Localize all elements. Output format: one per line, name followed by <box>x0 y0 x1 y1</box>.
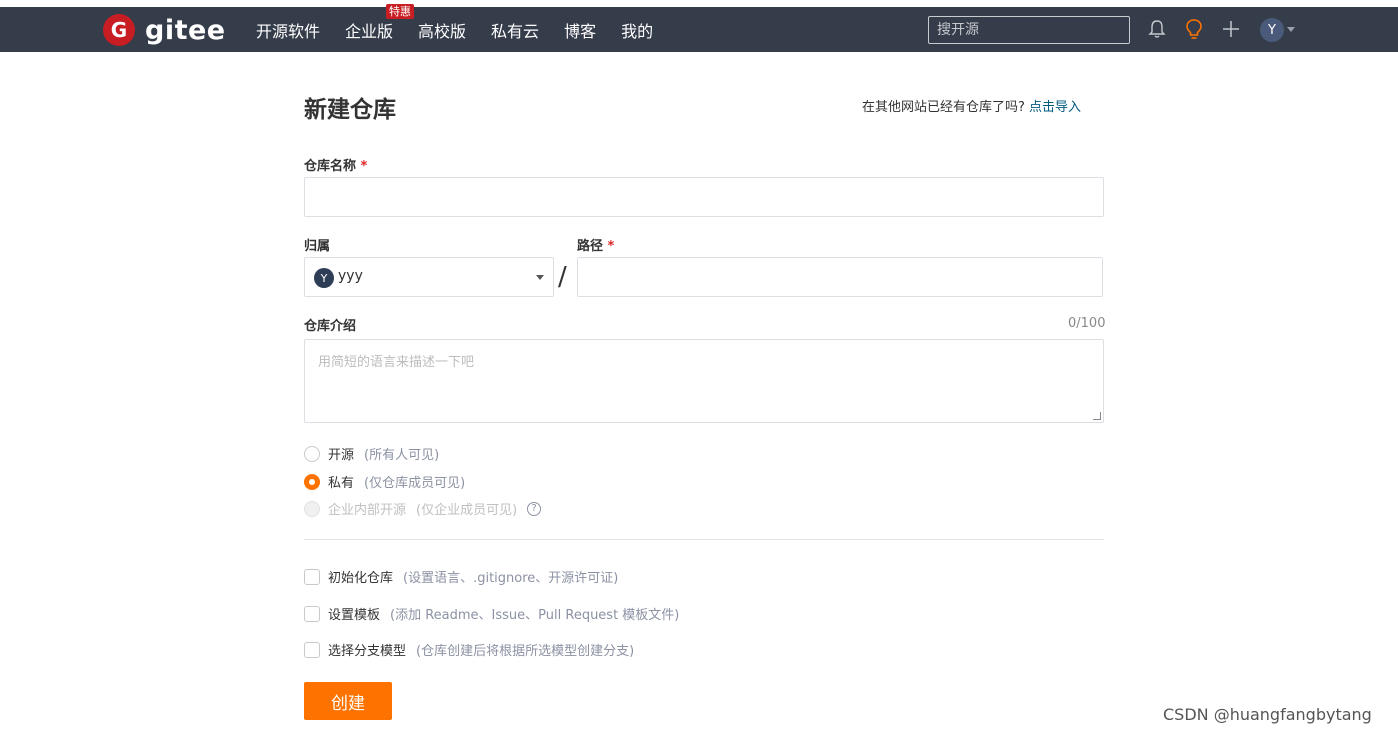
nav-item-private-cloud[interactable]: 私有云 <box>491 18 539 42</box>
page-title: 新建仓库 <box>304 97 396 123</box>
checkbox-init-repo[interactable] <box>304 568 320 585</box>
resize-handle-icon[interactable] <box>1093 412 1101 420</box>
bulb-icon[interactable] <box>1183 18 1205 40</box>
owner-label: 归属 <box>304 239 331 254</box>
nav-item-mine[interactable]: 我的 <box>621 18 653 42</box>
chevron-down-icon <box>536 275 544 280</box>
visibility-private[interactable]: 私有 (仅仓库成员可见) <box>304 472 465 491</box>
gitee-logo-icon: G <box>103 14 135 46</box>
checkbox-branch-model[interactable] <box>304 641 320 658</box>
import-prompt: 在其他网站已经有仓库了吗? 点击导入 <box>862 96 1081 115</box>
checkbox-template[interactable] <box>304 605 320 622</box>
repo-name-label: 仓库名称 * <box>304 155 367 174</box>
bell-icon[interactable] <box>1146 18 1168 40</box>
radio-private[interactable] <box>304 473 320 490</box>
owner-select[interactable]: Y yyy <box>304 257 554 297</box>
owner-avatar: Y <box>314 268 334 288</box>
required-mark: * <box>360 159 368 174</box>
repo-name-label-text: 仓库名称 <box>304 159 357 174</box>
required-mark: * <box>607 239 615 254</box>
path-input[interactable] <box>577 257 1103 297</box>
option-branch-model-hint: (仓库创建后将根据所选模型创建分支) <box>416 644 635 659</box>
gitee-logo[interactable]: G gitee <box>103 14 226 46</box>
visibility-private-label: 私有 <box>328 476 355 491</box>
option-template-label: 设置模板 <box>328 608 381 623</box>
radio-internal <box>304 500 320 517</box>
create-button[interactable]: 创建 <box>304 682 392 720</box>
promo-badge: 特惠 <box>386 3 415 19</box>
option-branch-model[interactable]: 选择分支模型 (仓库创建后将根据所选模型创建分支) <box>304 640 634 659</box>
option-template[interactable]: 设置模板 (添加 Readme、Issue、Pull Request 模板文件) <box>304 604 679 623</box>
intro-char-counter: 0/100 <box>1068 316 1106 331</box>
path-label: 路径 * <box>577 235 614 254</box>
owner-name: yyy <box>338 268 363 284</box>
radio-public[interactable] <box>304 445 320 462</box>
visibility-internal: 企业内部开源 (仅企业成员可见) ? <box>304 499 542 518</box>
visibility-public-hint: (所有人可见) <box>364 448 440 463</box>
chevron-down-icon[interactable] <box>1287 27 1295 32</box>
logo-text: gitee <box>145 14 226 46</box>
intro-placeholder: 用简短的语言来描述一下吧 <box>318 355 475 370</box>
section-divider <box>304 539 1104 540</box>
nav-item-blog[interactable]: 博客 <box>564 18 596 42</box>
watermark: CSDN @huangfangbytang <box>1163 705 1372 724</box>
option-template-hint: (添加 Readme、Issue、Pull Request 模板文件) <box>390 608 680 623</box>
import-link[interactable]: 点击导入 <box>1029 100 1081 115</box>
help-icon[interactable]: ? <box>527 501 542 516</box>
top-strip <box>0 0 1398 7</box>
search-input[interactable]: 搜开源 <box>928 16 1130 44</box>
nav-item-enterprise-label: 企业版 <box>345 21 394 41</box>
user-avatar[interactable]: Y <box>1260 18 1284 42</box>
visibility-internal-label: 企业内部开源 <box>328 503 407 518</box>
visibility-private-hint: (仅仓库成员可见) <box>364 476 466 491</box>
nav-item-open-source[interactable]: 开源软件 <box>256 18 320 42</box>
option-init-repo-label: 初始化仓库 <box>328 571 394 586</box>
nav-item-enterprise[interactable]: 企业版 特惠 <box>345 3 415 42</box>
main-nav: 开源软件 企业版 特惠 高校版 私有云 博客 我的 <box>256 3 678 52</box>
plus-icon[interactable] <box>1220 18 1242 40</box>
path-separator: / <box>558 262 567 292</box>
visibility-public-label: 开源 <box>328 448 355 463</box>
import-prompt-text: 在其他网站已经有仓库了吗? <box>862 100 1025 115</box>
intro-textarea[interactable]: 用简短的语言来描述一下吧 <box>304 339 1104 423</box>
repo-name-input[interactable] <box>304 177 1104 217</box>
top-navbar: G gitee 开源软件 企业版 特惠 高校版 私有云 博客 我的 搜开源 Y <box>0 3 1398 52</box>
nav-item-education[interactable]: 高校版 <box>418 18 466 42</box>
visibility-internal-hint: (仅企业成员可见) <box>416 503 518 518</box>
visibility-public[interactable]: 开源 (所有人可见) <box>304 444 439 463</box>
intro-label: 仓库介绍 <box>304 319 357 334</box>
path-label-text: 路径 <box>577 239 604 254</box>
option-init-repo[interactable]: 初始化仓库 (设置语言、.gitignore、开源许可证) <box>304 567 618 586</box>
option-init-repo-hint: (设置语言、.gitignore、开源许可证) <box>403 571 619 586</box>
option-branch-model-label: 选择分支模型 <box>328 644 407 659</box>
